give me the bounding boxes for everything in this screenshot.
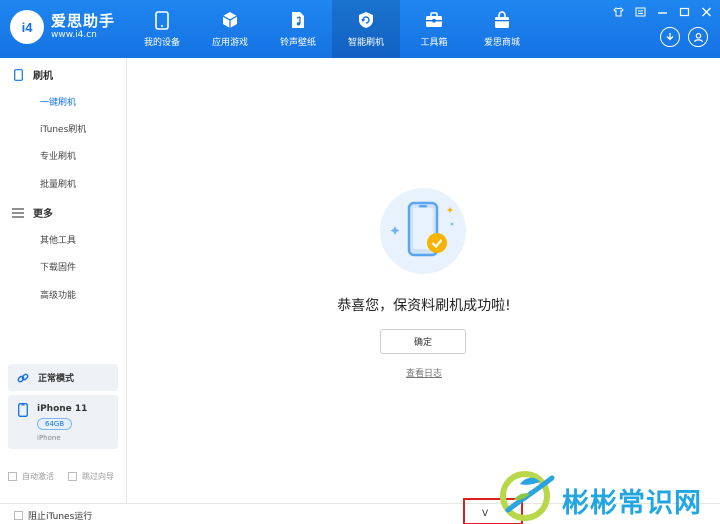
cube-icon xyxy=(220,10,240,30)
app-name: 爱思助手 xyxy=(51,12,116,31)
sidebar-item-download-firmware[interactable]: 下载固件 xyxy=(40,260,76,273)
menu-lines-icon xyxy=(12,207,24,219)
site-watermark: 彬彬常识网 xyxy=(494,466,720,524)
nav-store[interactable]: 爱思商城 xyxy=(468,0,536,58)
window-controls xyxy=(612,6,712,18)
nav-label: 工具箱 xyxy=(420,38,448,48)
checkbox-box[interactable] xyxy=(68,472,77,481)
sidebar-item-one-click-flash[interactable]: 一键刷机 xyxy=(40,95,76,108)
success-title: 恭喜您，保资料刷机成功啦! xyxy=(337,298,511,314)
watermark-text: 彬彬常识网 xyxy=(562,488,702,519)
skip-guide-checkbox[interactable]: 跳过向导 xyxy=(68,471,114,482)
sidebar-section-more: 更多 xyxy=(12,205,53,220)
nav-label: 应用游戏 xyxy=(211,38,248,48)
bag-icon xyxy=(492,10,512,30)
nav-label: 爱思商城 xyxy=(483,38,520,48)
nav-my-device[interactable]: 我的设备 xyxy=(128,0,196,58)
view-log-link[interactable]: 查看日志 xyxy=(128,366,720,379)
user-icon[interactable] xyxy=(688,27,708,47)
watermark-logo-icon xyxy=(500,471,555,521)
flash-success-illustration xyxy=(380,188,466,274)
close-icon[interactable] xyxy=(700,6,712,18)
device-name: iPhone 11 xyxy=(37,404,88,414)
sidebar-item-batch-flash[interactable]: 批量刷机 xyxy=(40,177,76,190)
menu-icon[interactable] xyxy=(634,6,646,18)
sidebar-section-label: 刷机 xyxy=(33,71,53,82)
checkbox-box[interactable] xyxy=(14,511,23,520)
minimize-icon[interactable] xyxy=(656,6,668,18)
device-type: iPhone xyxy=(37,434,61,442)
nav-apps-games[interactable]: 应用游戏 xyxy=(196,0,264,58)
nav-label: 我的设备 xyxy=(143,38,180,48)
toolbox-icon xyxy=(424,10,444,30)
checkbox-label: 自动激活 xyxy=(22,472,54,481)
nav-ringtones-wallpapers[interactable]: 铃声壁纸 xyxy=(264,0,332,58)
phone-icon xyxy=(18,403,28,417)
nav-smart-flash[interactable]: 智能刷机 xyxy=(332,0,400,58)
top-bar: i4 爱思助手 www.i4.cn 我的设备 应用游戏 铃声壁纸 智能刷机 工具… xyxy=(0,0,720,58)
nav-label: 铃声壁纸 xyxy=(279,38,316,48)
app-logo: i4 爱思助手 www.i4.cn xyxy=(10,10,115,44)
sidebar-section-label: 更多 xyxy=(33,209,53,220)
version-text: V xyxy=(482,509,489,519)
checkbox-label: 跳过向导 xyxy=(82,472,114,481)
phone-icon xyxy=(152,10,172,30)
sidebar-section-flash: 刷机 xyxy=(12,67,53,82)
checkbox-box[interactable] xyxy=(8,472,17,481)
phone-outline-icon xyxy=(12,68,24,81)
device-mode-card: 正常模式 xyxy=(8,364,118,391)
device-capacity-badge: 64GB xyxy=(37,418,73,430)
sidebar-item-advanced[interactable]: 高级功能 xyxy=(40,288,76,301)
music-file-icon xyxy=(288,10,308,30)
main-content: 恭喜您，保资料刷机成功啦! 确定 查看日志 xyxy=(128,58,720,503)
download-icon[interactable] xyxy=(660,27,680,47)
nav-toolbox[interactable]: 工具箱 xyxy=(400,0,468,58)
confirm-button[interactable]: 确定 xyxy=(380,329,466,354)
link-icon xyxy=(17,372,29,384)
maximize-icon[interactable] xyxy=(678,6,690,18)
block-itunes-checkbox[interactable]: 阻止iTunes运行 xyxy=(14,509,92,522)
app-url: www.i4.cn xyxy=(51,30,97,41)
device-card[interactable]: iPhone 11 64GB iPhone xyxy=(8,395,118,449)
sidebar-item-other-tools[interactable]: 其他工具 xyxy=(40,233,76,246)
device-mode-label: 正常模式 xyxy=(38,374,75,384)
flash-options: 自动激活 跳过向导 xyxy=(8,471,114,482)
sidebar-item-pro-flash[interactable]: 专业刷机 xyxy=(40,149,76,162)
checkbox-label: 阻止iTunes运行 xyxy=(28,512,93,522)
auto-activate-checkbox[interactable]: 自动激活 xyxy=(8,471,54,482)
nav-label: 智能刷机 xyxy=(347,38,384,48)
header-actions xyxy=(660,27,708,47)
shirt-skin-icon[interactable] xyxy=(612,6,624,18)
main-nav: 我的设备 应用游戏 铃声壁纸 智能刷机 工具箱 爱思商城 xyxy=(128,0,536,58)
logo-badge-icon: i4 xyxy=(10,10,44,44)
sidebar-item-itunes-flash[interactable]: iTunes刷机 xyxy=(40,122,86,135)
sidebar: 刷机 一键刷机 iTunes刷机 专业刷机 批量刷机 更多 其他工具 下载固件 … xyxy=(0,58,127,524)
refresh-shield-icon xyxy=(356,10,376,30)
